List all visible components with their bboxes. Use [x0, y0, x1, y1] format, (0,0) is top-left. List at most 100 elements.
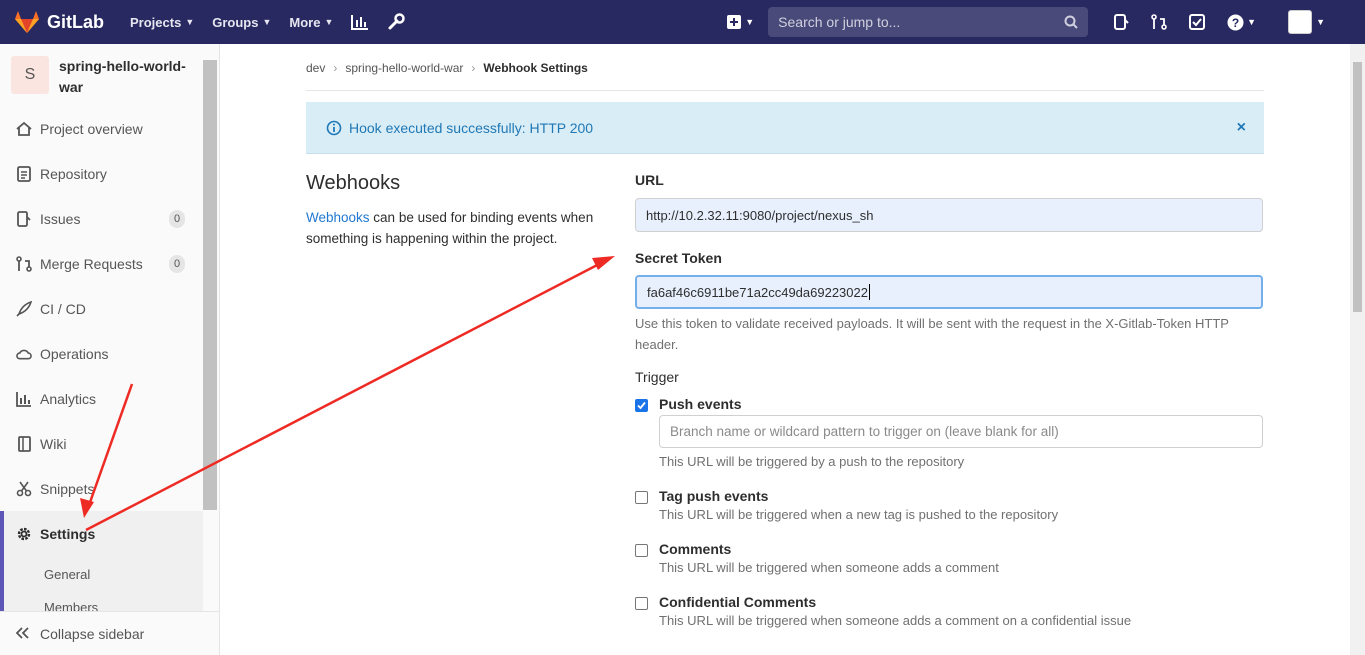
confidential-comments-checkbox[interactable]: [635, 597, 648, 610]
page-title: Webhooks: [306, 172, 401, 194]
sidebar-subitem-general[interactable]: General: [0, 555, 203, 593]
sidebar-item-label: Issues: [40, 210, 81, 227]
sidebar-item-analytics[interactable]: Analytics: [0, 376, 203, 421]
webhooks-description: Webhooks can be used for binding events …: [306, 207, 616, 249]
rocket-icon: [16, 300, 32, 317]
sidebar-scrollbar[interactable]: [203, 60, 217, 510]
chevron-down-icon: ▼: [324, 17, 334, 27]
alert-message: Hook executed successfully: HTTP 200: [349, 119, 594, 136]
comments-checkbox[interactable]: [635, 544, 648, 557]
trigger-comments: Comments This URL will be triggered when…: [635, 541, 1263, 578]
svg-text:?: ?: [1232, 16, 1239, 30]
sidebar-item-label: Settings: [40, 525, 96, 542]
merge-request-nav-icon[interactable]: [1151, 14, 1167, 30]
trigger-tag-push-events: Tag push events This URL will be trigger…: [635, 488, 1263, 525]
breadcrumb-current[interactable]: Webhook Settings: [483, 61, 587, 75]
chevron-right-icon: ›: [471, 61, 476, 75]
sidebar-item-repository[interactable]: Repository: [0, 151, 203, 196]
activity-chart-icon[interactable]: [351, 14, 369, 30]
brand-name: GitLab: [47, 11, 104, 32]
home-icon: [16, 121, 32, 137]
secret-token-input[interactable]: fa6af46c6911be71a2cc49da69223022: [635, 275, 1263, 309]
nav-more-label: More: [289, 14, 321, 30]
sidebar-item-ci-cd[interactable]: CI / CD: [0, 286, 203, 331]
sidebar-item-label: Snippets: [40, 480, 95, 497]
confidential-comments-title: Confidential Comments: [659, 594, 817, 610]
chevron-down-icon: ▼: [745, 17, 755, 27]
nav-groups-label: Groups: [212, 14, 259, 30]
confidential-comments-help: This URL will be triggered when someone …: [659, 613, 1132, 628]
push-events-checkbox[interactable]: [635, 399, 648, 412]
collapse-sidebar-button[interactable]: Collapse sidebar: [0, 611, 219, 655]
breadcrumb: dev › spring-hello-world-war › Webhook S…: [306, 61, 588, 75]
top-navbar: GitLab Projects ▼ Groups ▼ More ▼ ▼ Sear…: [0, 0, 1365, 44]
sidebar-item-label: CI / CD: [40, 300, 86, 317]
nav-more[interactable]: More ▼: [289, 15, 333, 30]
chevron-down-icon: ▼: [185, 17, 195, 27]
sidebar-project-header[interactable]: S spring-hello-world-war: [0, 44, 219, 104]
sidebar-item-label: Analytics: [40, 390, 97, 407]
search-icon: [1064, 15, 1078, 29]
avatar: [1288, 10, 1313, 34]
sidebar-item-label: Repository: [40, 165, 107, 182]
search-placeholder: Search or jump to...: [778, 14, 901, 30]
book-icon: [16, 435, 32, 452]
chevron-down-icon: ▼: [1316, 17, 1325, 27]
trigger-push-events: Push events Branch name or wildcard patt…: [635, 396, 1263, 472]
success-alert: Hook executed successfully: HTTP 200 ×: [306, 102, 1264, 154]
trigger-confidential-comments: Confidential Comments This URL will be t…: [635, 594, 1263, 631]
text-cursor: [868, 284, 870, 300]
sidebar-item-snippets[interactable]: Snippets: [0, 466, 203, 511]
push-events-help: This URL will be triggered by a push to …: [659, 454, 965, 469]
sidebar-item-label: Wiki: [40, 435, 67, 452]
sidebar-item-merge-requests[interactable]: Merge Requests 0: [0, 241, 203, 286]
search-input[interactable]: Search or jump to...: [768, 7, 1089, 37]
issues-icon: [16, 210, 32, 227]
sidebar-item-project-overview[interactable]: Project overview: [0, 106, 203, 151]
new-item-button[interactable]: ▼: [727, 15, 754, 29]
todo-icon[interactable]: [1189, 14, 1206, 30]
tag-push-events-help: This URL will be triggered when a new ta…: [659, 507, 1059, 522]
checkmark-icon: [637, 401, 646, 410]
project-name: spring-hello-world-war: [59, 58, 186, 95]
gitlab-logo[interactable]: GitLab: [14, 10, 104, 34]
push-events-title: Push events: [659, 396, 742, 412]
breadcrumb-project[interactable]: spring-hello-world-war: [345, 61, 463, 75]
webhooks-intro: Webhooks Webhooks can be used for bindin…: [306, 172, 616, 249]
doc-icon: [16, 165, 32, 182]
chevron-down-icon: ▼: [1247, 17, 1257, 27]
issues-count-badge: 0: [169, 209, 185, 228]
page-scrollbar-thumb[interactable]: [1353, 62, 1362, 312]
sidebar-item-label: Merge Requests: [40, 255, 143, 272]
sidebar-item-settings[interactable]: Settings: [0, 511, 203, 556]
close-icon[interactable]: ×: [1237, 119, 1246, 137]
secret-token-help: Use this token to validate received payl…: [635, 316, 1229, 352]
issues-nav-icon[interactable]: [1113, 14, 1129, 30]
nav-projects[interactable]: Projects ▼: [130, 15, 194, 30]
webhooks-docs-link[interactable]: Webhooks: [306, 210, 370, 225]
main-content: dev › spring-hello-world-war › Webhook S…: [220, 44, 1350, 655]
double-chevron-left-icon: [15, 626, 30, 642]
collapse-sidebar-label: Collapse sidebar: [40, 625, 145, 642]
gitlab-fox-icon: [15, 11, 39, 33]
gear-icon: [16, 526, 32, 542]
sidebar-item-issues[interactable]: Issues 0: [0, 196, 203, 241]
cloud-icon: [16, 346, 32, 362]
sidebar-item-operations[interactable]: Operations: [0, 331, 203, 376]
tag-push-events-checkbox[interactable]: [635, 491, 648, 504]
wrench-icon[interactable]: [387, 13, 406, 31]
secret-token-label: Secret Token: [635, 250, 722, 266]
user-menu[interactable]: ▼: [1278, 10, 1325, 34]
divider: [306, 90, 1264, 91]
url-input[interactable]: http://10.2.32.11:9080/project/nexus_sh: [635, 198, 1263, 232]
nav-groups[interactable]: Groups ▼: [212, 15, 271, 30]
sidebar-item-wiki[interactable]: Wiki: [0, 421, 203, 466]
branch-filter-input[interactable]: Branch name or wildcard pattern to trigg…: [659, 415, 1263, 448]
sidebar-subitem-label: General: [44, 566, 91, 582]
chart-icon: [16, 391, 32, 407]
plus-square-icon: [727, 15, 742, 29]
project-sidebar: S spring-hello-world-war Project overvie…: [0, 44, 220, 655]
chevron-down-icon: ▼: [262, 17, 272, 27]
breadcrumb-dev[interactable]: dev: [306, 61, 325, 75]
help-icon[interactable]: ? ▼: [1227, 14, 1256, 31]
